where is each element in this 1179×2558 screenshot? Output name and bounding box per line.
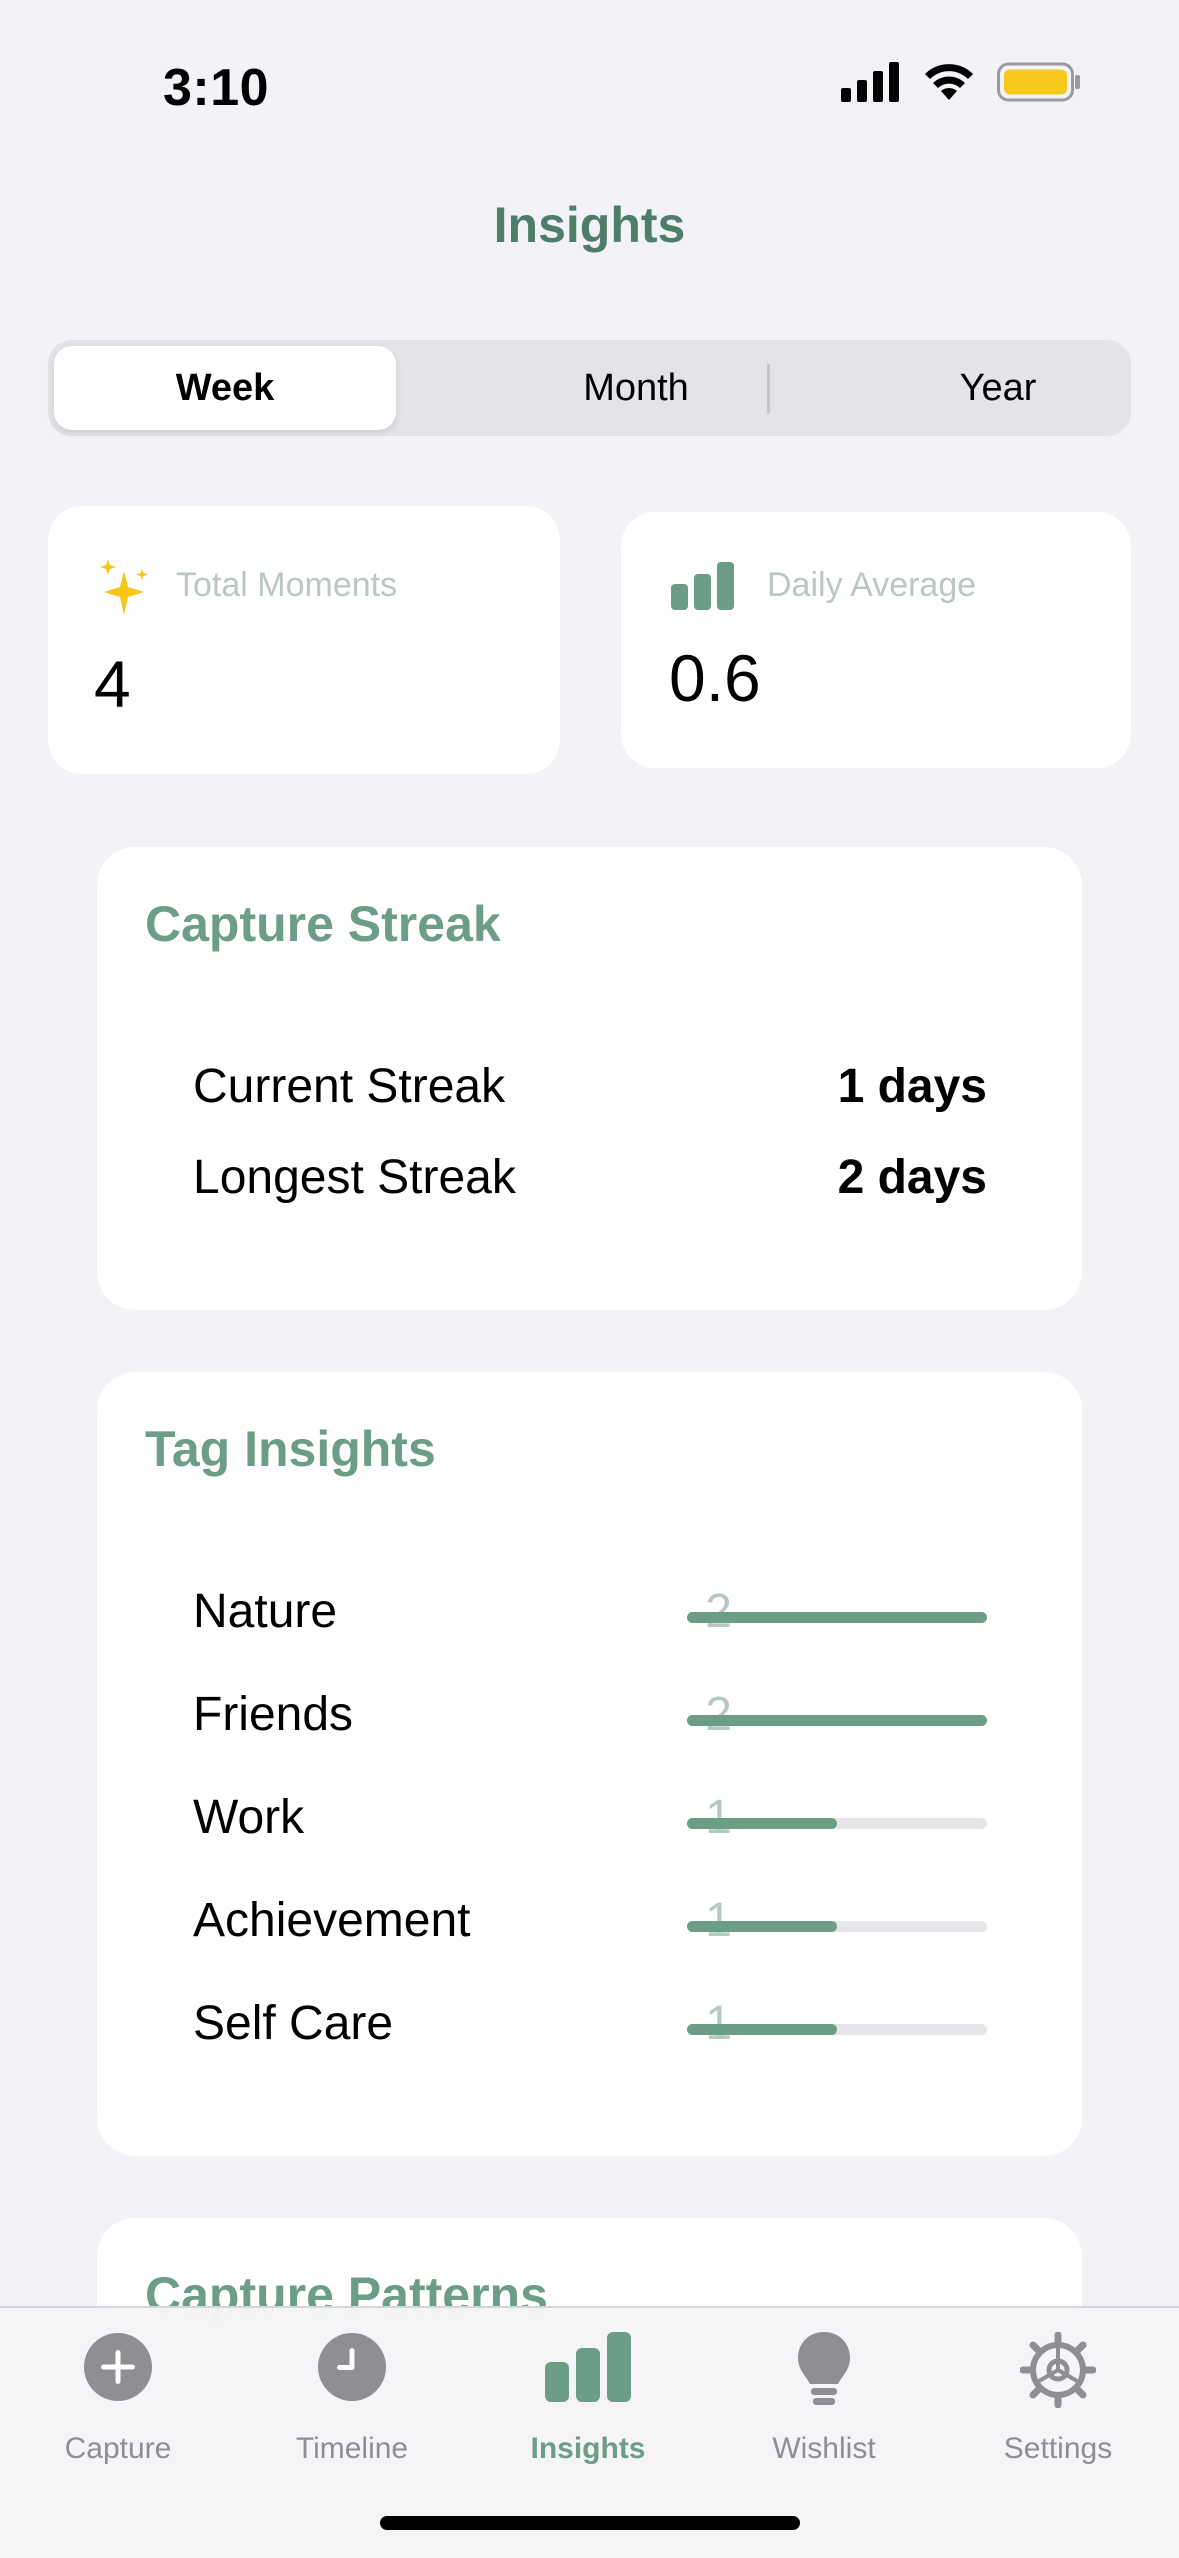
tag-progress-fill xyxy=(687,2024,837,2035)
tab-label: Insights xyxy=(530,2432,646,2465)
segment-divider xyxy=(767,364,770,414)
tag-name: Nature xyxy=(193,1585,338,1638)
total-moments-label: Total Moments xyxy=(176,566,398,604)
tab-capture[interactable]: Capture xyxy=(0,2308,236,2508)
tag-insights-card: Tag Insights Nature 2 Friends 2 Work 1 A… xyxy=(97,1372,1082,2156)
tag-progress-track xyxy=(687,1921,987,1932)
total-moments-card: Total Moments 4 xyxy=(48,506,560,774)
tab-timeline[interactable]: Timeline xyxy=(234,2308,470,2508)
home-indicator xyxy=(380,2516,800,2530)
total-moments-value: 4 xyxy=(94,647,131,721)
tag-progress-track xyxy=(687,1818,987,1829)
tab-label: Settings xyxy=(1003,2432,1113,2465)
daily-average-card: Daily Average 0.6 xyxy=(621,512,1131,768)
current-streak-value: 1 days xyxy=(837,1060,987,1113)
capture-streak-title: Capture Streak xyxy=(145,896,501,952)
wifi-icon xyxy=(925,64,973,100)
gear-icon xyxy=(1020,2332,1096,2408)
tag-progress-fill xyxy=(687,1715,987,1726)
tab-wishlist[interactable]: Wishlist xyxy=(706,2308,942,2508)
tag-name: Self Care xyxy=(193,1997,394,2050)
tab-label: Capture xyxy=(64,2432,172,2465)
lightbulb-icon xyxy=(798,2332,850,2405)
daily-average-label: Daily Average xyxy=(767,566,977,604)
battery-icon xyxy=(997,62,1080,102)
segment-week[interactable]: Week xyxy=(54,346,396,430)
tag-progress-fill xyxy=(687,1818,837,1829)
tag-progress-fill xyxy=(687,1612,987,1623)
tab-label: Wishlist xyxy=(772,2432,876,2465)
current-streak-label: Current Streak xyxy=(193,1060,506,1113)
longest-streak-value: 2 days xyxy=(837,1151,987,1204)
cellular-signal-icon xyxy=(841,62,899,102)
tag-insights-title: Tag Insights xyxy=(145,1421,436,1477)
status-time: 3:10 xyxy=(163,59,270,117)
capture-streak-card: Capture Streak Current Streak 1 days Lon… xyxy=(97,847,1082,1310)
daily-average-value: 0.6 xyxy=(669,641,761,715)
segment-year[interactable]: Year xyxy=(812,346,1179,430)
sparkles-icon xyxy=(100,559,148,615)
tab-insights[interactable]: Insights xyxy=(470,2308,706,2508)
tab-label: Timeline xyxy=(295,2432,409,2465)
plus-circle-icon xyxy=(84,2333,152,2401)
status-icons xyxy=(841,62,1081,102)
tag-name: Work xyxy=(193,1791,305,1844)
period-segmented-control: Week Month Year xyxy=(48,340,1131,436)
bar-chart-icon xyxy=(545,2332,631,2402)
tag-progress-track xyxy=(687,2024,987,2035)
tag-name: Friends xyxy=(193,1688,354,1741)
clock-icon xyxy=(318,2333,386,2401)
page-title: Insights xyxy=(493,197,686,253)
tag-progress-track xyxy=(687,1715,987,1726)
segment-month[interactable]: Month xyxy=(452,346,820,430)
tab-settings[interactable]: Settings xyxy=(940,2308,1176,2508)
tag-progress-fill xyxy=(687,1921,837,1932)
tag-name: Achievement xyxy=(193,1894,471,1947)
longest-streak-label: Longest Streak xyxy=(193,1151,516,1204)
bar-chart-icon xyxy=(671,562,734,610)
tag-progress-track xyxy=(687,1612,987,1623)
